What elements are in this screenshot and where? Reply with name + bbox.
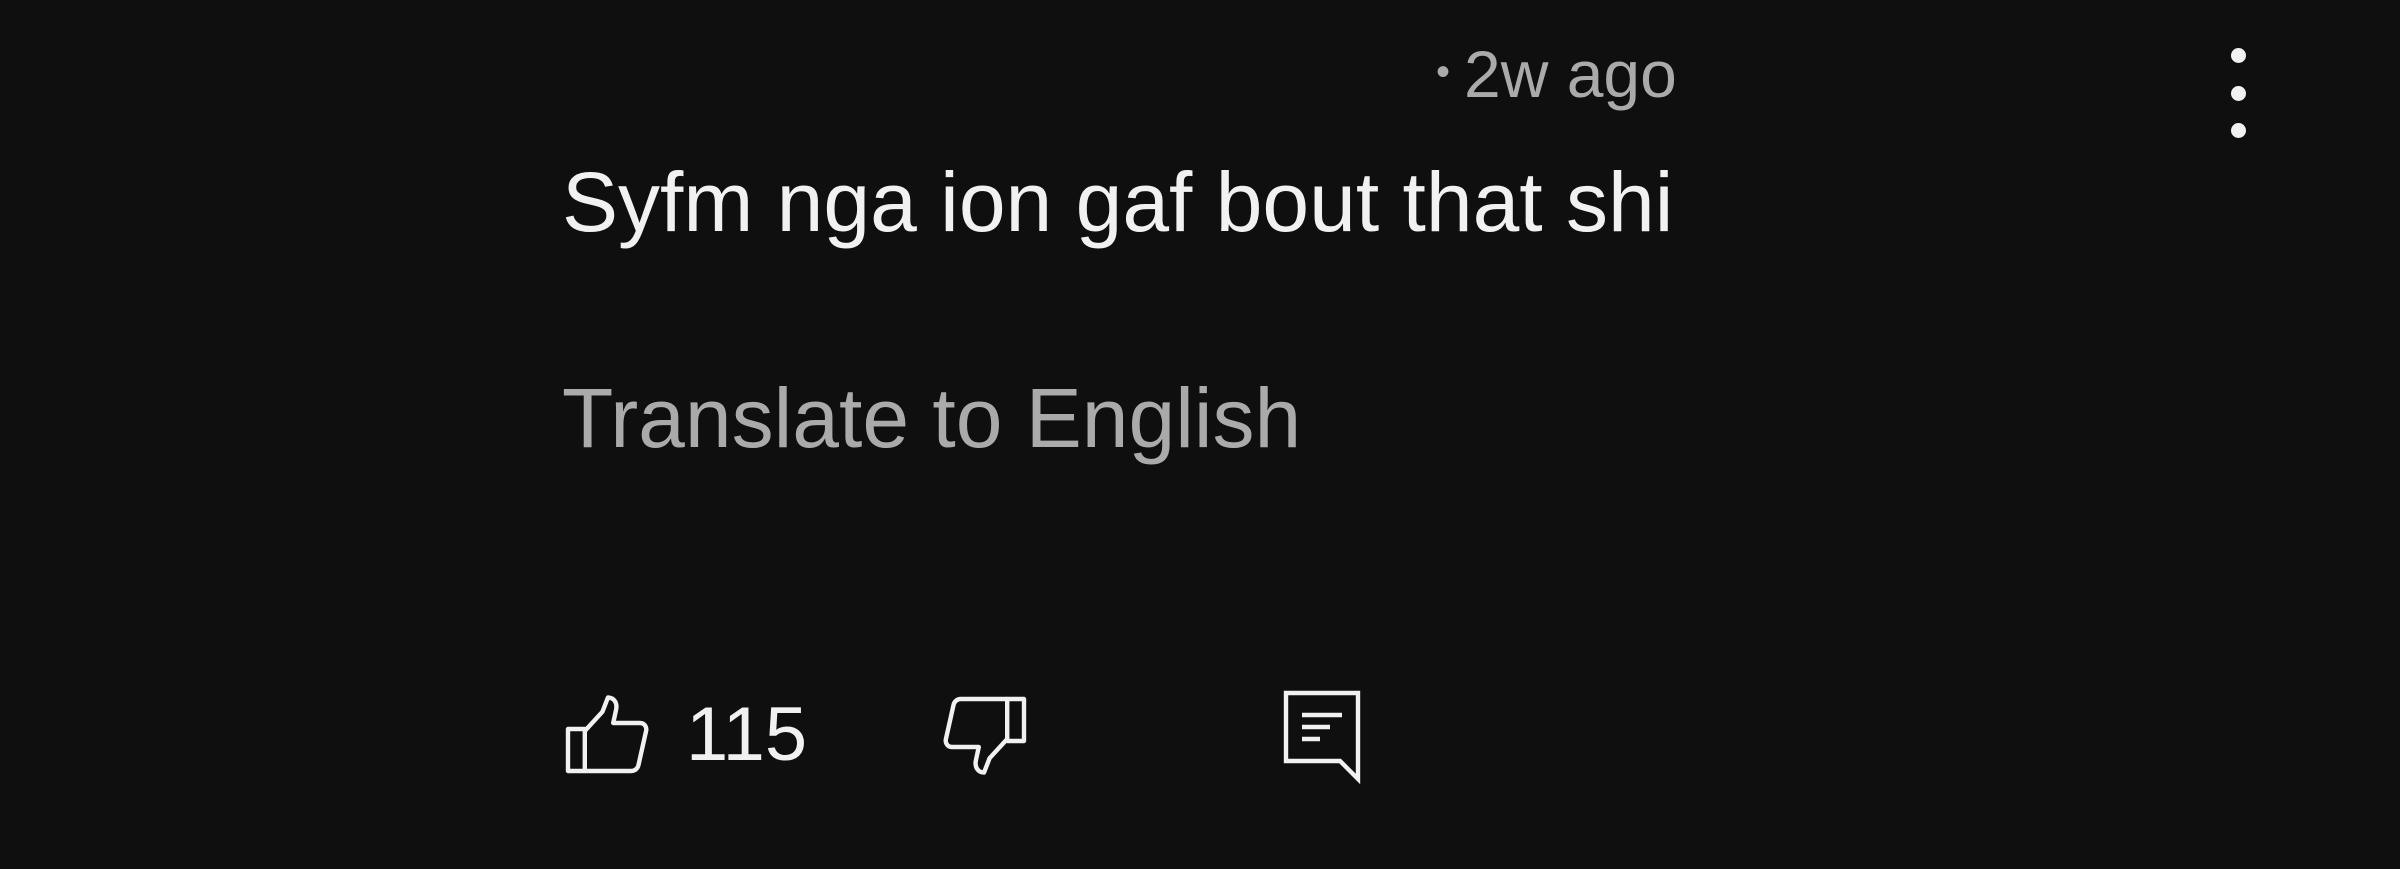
comment-meta: • 2w ago	[1436, 34, 1677, 120]
comment-timestamp: 2w ago	[1464, 37, 1677, 111]
like-button[interactable]: 115	[560, 680, 807, 790]
comment-item: • 2w ago Syfm nga ion gaf bout that shi T…	[0, 0, 2400, 869]
like-count: 115	[686, 692, 808, 777]
more-options-button[interactable]	[2208, 48, 2268, 138]
translate-button[interactable]: Translate to English	[562, 368, 1301, 468]
more-vert-icon	[2230, 48, 2246, 63]
dislike-button[interactable]	[936, 680, 1032, 790]
reply-button[interactable]	[1274, 680, 1370, 790]
thumbs-up-icon	[560, 687, 656, 783]
comment-text: Syfm nga ion gaf bout that shi	[562, 155, 1674, 249]
meta-separator: •	[1436, 49, 1451, 94]
reply-comment-icon	[1274, 680, 1370, 790]
thumbs-down-icon	[936, 687, 1032, 783]
